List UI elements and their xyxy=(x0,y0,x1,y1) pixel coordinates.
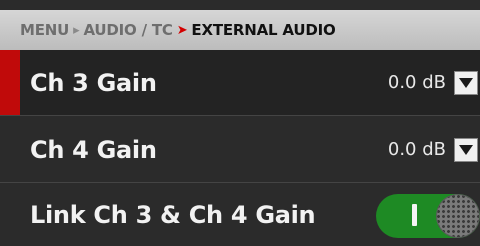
chevron-right-icon: ➤ xyxy=(176,22,188,38)
link-gain-label: Link Ch 3 & Ch 4 Gain xyxy=(30,201,316,229)
ch3-gain-row[interactable]: Ch 3 Gain 0.0 dB xyxy=(0,50,480,116)
breadcrumb-current: EXTERNAL AUDIO xyxy=(191,21,336,39)
breadcrumb-item-menu[interactable]: MENU xyxy=(20,21,69,39)
chevron-right-icon: ▸ xyxy=(73,22,80,38)
ch3-gain-label: Ch 3 Gain xyxy=(30,68,157,97)
selection-indicator xyxy=(0,50,20,115)
breadcrumb-item-audio-tc[interactable]: AUDIO / TC xyxy=(83,21,172,39)
toggle-on-indicator xyxy=(412,204,417,226)
ch4-gain-value: 0.0 dB xyxy=(387,139,446,160)
toggle-knob[interactable] xyxy=(436,194,480,238)
link-gain-toggle[interactable] xyxy=(376,194,480,238)
ch4-gain-row[interactable]: Ch 4 Gain 0.0 dB xyxy=(0,117,480,183)
ch3-gain-dropdown-button[interactable] xyxy=(454,70,478,95)
link-gain-row[interactable]: Link Ch 3 & Ch 4 Gain xyxy=(0,184,480,246)
chevron-down-icon xyxy=(459,144,473,155)
breadcrumb: MENU ▸ AUDIO / TC ➤ EXTERNAL AUDIO xyxy=(0,10,480,50)
ch3-gain-value: 0.0 dB xyxy=(387,72,446,93)
ch4-gain-label: Ch 4 Gain xyxy=(30,135,157,164)
ch4-gain-dropdown-button[interactable] xyxy=(454,137,478,162)
chevron-down-icon xyxy=(459,77,473,88)
